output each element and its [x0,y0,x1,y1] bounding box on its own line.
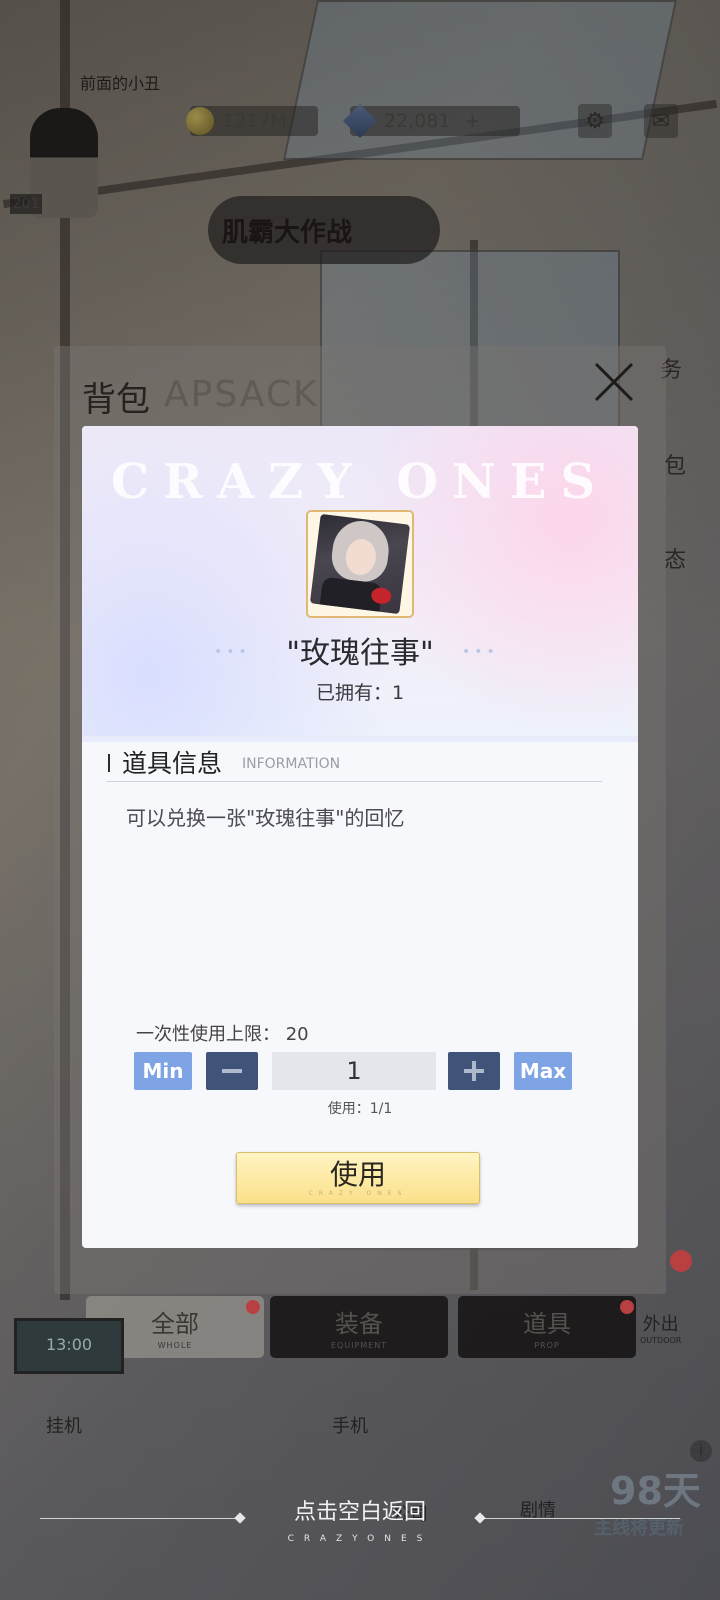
min-button[interactable]: Min [134,1052,192,1090]
mail-icon[interactable]: ✉ [644,104,678,138]
crazy-ones-watermark: CRAZY ONES [110,454,610,510]
info-icon[interactable]: i [690,1440,712,1462]
notification-dot [670,1250,692,1272]
increment-button[interactable] [448,1052,500,1090]
return-hint-watermark: CRAZYONES [287,1534,433,1544]
idle-laptop-screen[interactable]: 13:00 [14,1318,124,1374]
item-detail-card: CRAZY ONES ••• ••• "玫瑰往事" 已拥有：1 道具信息 INF… [82,426,638,1248]
side-menu-status[interactable]: 态 [664,542,686,574]
plus-icon [464,1061,484,1081]
notification-dot [620,1300,634,1314]
gem-counter: 22,081 + [343,104,520,138]
tap-blank-to-return[interactable]: 点击空白返回 [0,1494,720,1526]
item-portrait-image [309,513,411,615]
item-info-subtitle: INFORMATION [242,756,341,772]
close-icon[interactable] [592,360,636,404]
coin-icon [186,107,214,135]
gem-value: 22,081 [384,110,451,132]
backpack-title: 背包 [82,380,150,420]
item-description: 可以兑换一张"玫瑰往事"的回忆 [126,806,405,830]
max-button[interactable]: Max [514,1052,572,1090]
player-name: 前面的小丑 [80,74,161,93]
use-limit-label: 一次性使用上限： 20 [136,1024,309,1045]
skylight-window [282,0,678,160]
usage-count: 使用：1/1 [327,1101,393,1117]
item-header: CRAZY ONES ••• ••• "玫瑰往事" 已拥有：1 [82,426,638,742]
side-menu-bag[interactable]: 包 [664,448,686,480]
owned-count: 已拥有：1 [315,682,405,704]
use-button[interactable]: 使用 CRAZY ONES [236,1152,480,1204]
use-button-watermark: CRAZY ONES [308,1189,408,1197]
decrement-button[interactable] [206,1052,258,1090]
add-gems-button[interactable]: + [464,110,480,132]
item-info-title: 道具信息 [122,749,223,778]
outing-button[interactable]: 外出 OUTDOOR [640,1310,681,1345]
gold-counter: 1217M [186,106,318,136]
tab-equipment[interactable]: 装备 EQUIPMENT [270,1296,448,1358]
event-banner[interactable]: 肌霸大作战 [208,196,440,264]
gold-value: 1217M [222,110,287,132]
item-icon-frame [306,510,414,618]
gear-icon[interactable]: ⚙ [578,104,612,138]
quantity-field[interactable]: 1 [272,1052,436,1090]
phone-button[interactable]: 手机 [332,1412,368,1438]
minus-icon [222,1069,242,1073]
idle-label: 挂机 [46,1416,82,1437]
notification-dot [246,1300,260,1314]
item-name: "玫瑰往事" [286,636,434,671]
item-info-header: 道具信息 INFORMATION [106,738,602,782]
section-marker [108,754,110,772]
player-level: 201 [10,194,42,214]
use-button-label: 使用 [329,1157,386,1191]
backpack-watermark: APSACK [164,374,319,415]
tab-prop[interactable]: 道具 PROP [458,1296,636,1358]
